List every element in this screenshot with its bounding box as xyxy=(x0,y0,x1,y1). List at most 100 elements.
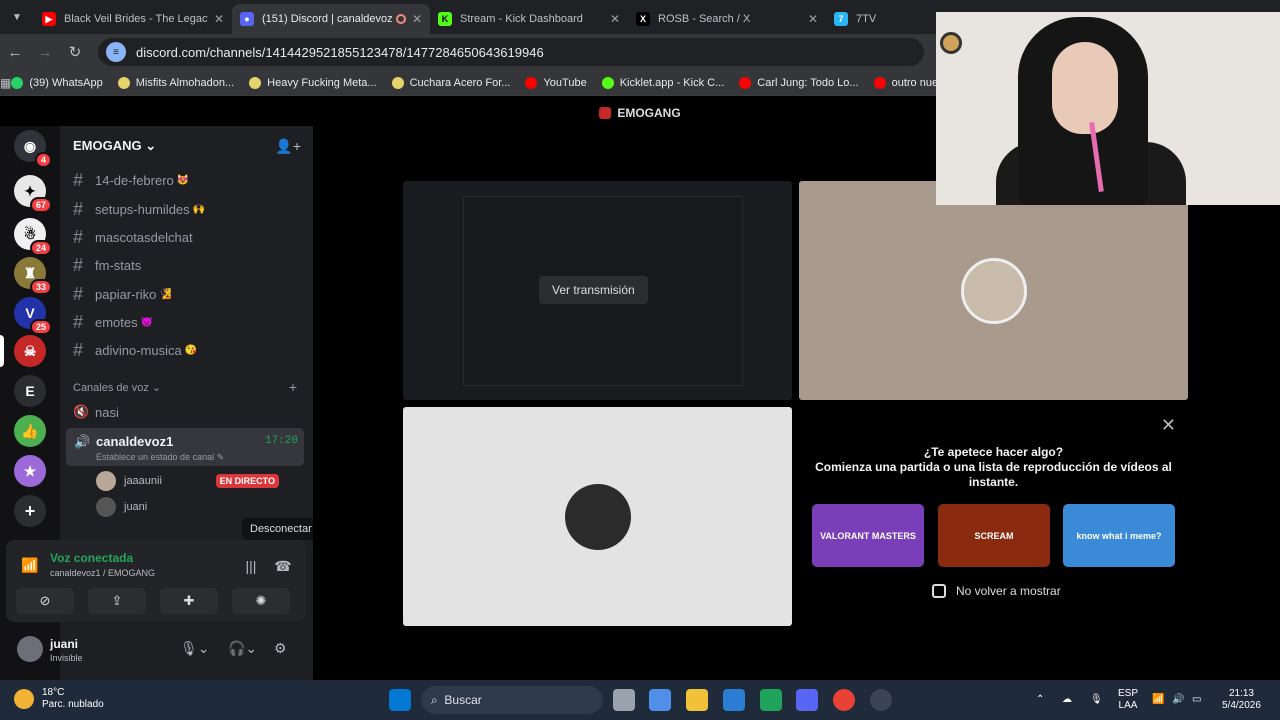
file-explorer-icon[interactable] xyxy=(686,689,708,711)
copilot-icon[interactable] xyxy=(649,689,671,711)
bookmark-kicklet[interactable]: Kicklet.app - Kick C... xyxy=(601,76,724,89)
camera-off-button[interactable]: ⊘ xyxy=(16,588,74,614)
bookmark-youtube[interactable]: YouTube xyxy=(525,76,587,89)
tab-discord[interactable]: ● (151) Discord | canaldevoz1 ✕ xyxy=(232,4,430,34)
invite-people-icon[interactable]: 👤+ xyxy=(275,138,301,155)
volume-icon[interactable]: 🔊 xyxy=(1172,694,1184,706)
server-icon[interactable]: 👍 xyxy=(14,415,46,447)
app-icon[interactable] xyxy=(870,689,892,711)
apps-grid-icon[interactable]: ▦ xyxy=(0,76,11,90)
emogang-server-icon[interactable]: ☠ xyxy=(14,335,46,367)
server-icon[interactable]: V 25 xyxy=(14,297,52,335)
spreadsheet-icon[interactable] xyxy=(760,689,782,711)
close-icon[interactable]: ✕ xyxy=(808,12,818,26)
chevron-up-icon[interactable]: ⌃ xyxy=(1036,694,1044,706)
participant-tile-juani[interactable] xyxy=(403,407,792,626)
clock[interactable]: 21:13 5/4/2026 xyxy=(1222,688,1261,712)
tab-title: Stream - Kick Dashboard xyxy=(460,13,583,25)
channel-setups-humildes[interactable]: # setups-humildes 🙌 xyxy=(73,196,303,222)
speaker-icon: 🔊 xyxy=(74,434,91,449)
voice-channel-nasi[interactable]: 🔇 nasi xyxy=(73,399,303,425)
server-icon[interactable]: ★ xyxy=(14,455,46,487)
watch-stream-button[interactable]: Ver transmisión xyxy=(539,276,648,304)
stream-tile[interactable]: Ver transmisión xyxy=(403,181,792,400)
voice-stage: Ver transmisión ✕ ¿Te apetece hacer algo… xyxy=(313,126,1280,680)
kicklet-icon xyxy=(601,76,614,89)
weather-widget[interactable]: 18°C Parc. nublado xyxy=(14,687,104,711)
back-icon[interactable]: ← xyxy=(0,44,30,61)
voice-category-header[interactable]: Canales de voz ⌄ xyxy=(73,381,161,394)
close-icon[interactable]: ✕ xyxy=(1161,415,1176,436)
channel-emotes[interactable]: # emotes 👿 xyxy=(73,309,303,335)
activity-card-scream[interactable]: SCREAM xyxy=(938,504,1050,567)
close-icon[interactable]: ✕ xyxy=(412,12,422,26)
word-icon[interactable] xyxy=(723,689,745,711)
noise-suppression-icon[interactable]: ||| xyxy=(238,553,264,579)
server-name-dropdown[interactable]: EMOGANG ⌄ xyxy=(73,138,156,154)
server-icon[interactable]: E xyxy=(14,375,46,407)
activity-card-valorant[interactable]: VALORANT MASTERS xyxy=(812,504,924,567)
bookmark-label: Misfits Almohadon... xyxy=(135,76,235,89)
voice-member-juani[interactable]: juani xyxy=(96,496,301,518)
microphone-icon[interactable]: 🎙 xyxy=(1090,694,1103,706)
tab-youtube[interactable]: ▶ Black Veil Brides - The Legacy ✕ xyxy=(34,4,232,34)
disconnect-icon[interactable]: ☎ xyxy=(270,553,296,579)
channel-emoji: 👿 xyxy=(140,316,154,328)
wifi-icon[interactable]: 📶 xyxy=(1152,694,1164,706)
channel-papiar-riko[interactable]: # papiar-riko 🧏 xyxy=(73,281,303,307)
server-icon[interactable]: ✦ 67 xyxy=(14,175,52,213)
channel-mascotasdelchat[interactable]: # mascotasdelchat xyxy=(73,224,303,250)
signal-icon[interactable]: 📶 xyxy=(21,557,38,574)
forward-icon[interactable]: → xyxy=(30,44,60,61)
voice-member-jaaaunii[interactable]: jaaaunii EN DIRECTO xyxy=(96,470,301,492)
language-indicator[interactable]: ESP LAA xyxy=(1118,688,1138,712)
microphone-icon[interactable]: 🎙⌄ xyxy=(180,640,210,657)
bookmark-cuchara[interactable]: Cuchara Acero For... xyxy=(391,76,510,89)
channel-adivino-musica[interactable]: # adivino-musica 😘 xyxy=(73,337,303,363)
bookmark-misfits[interactable]: Misfits Almohadon... xyxy=(117,76,235,89)
battery-icon[interactable]: ▭ xyxy=(1192,694,1201,706)
start-icon[interactable] xyxy=(389,689,411,711)
close-icon[interactable]: ✕ xyxy=(610,12,620,26)
activities-button[interactable]: ✚ xyxy=(160,588,218,614)
share-screen-button[interactable]: ⇪ xyxy=(88,588,146,614)
channel-14-de-febrero[interactable]: #14-de-febrero 😻 xyxy=(73,167,303,193)
checkbox[interactable] xyxy=(932,584,946,598)
tab-kick[interactable]: K Stream - Kick Dashboard ✕ xyxy=(430,4,628,34)
url-input[interactable]: ≡ discord.com/channels/14144295218551234… xyxy=(98,38,924,66)
x-icon: X xyxy=(636,12,650,26)
headphones-icon[interactable]: 🎧⌄ xyxy=(228,640,257,657)
gear-icon[interactable]: ⚙ xyxy=(274,640,287,657)
bookmark-whatsapp[interactable]: (39) WhatsApp xyxy=(11,76,103,89)
channel-name: canaldevoz1 xyxy=(96,434,174,449)
create-channel-icon[interactable]: + xyxy=(289,379,297,395)
tab-x[interactable]: X ROSB - Search / X ✕ xyxy=(628,4,826,34)
bookmark-carl-jung[interactable]: Carl Jung: Todo Lo... xyxy=(739,76,859,89)
reload-icon[interactable]: ↻ xyxy=(60,43,90,61)
server-icon[interactable]: ♜ 33 xyxy=(14,257,52,295)
voice-channel-canaldevoz1[interactable]: 🔊 canaldevoz1 17:20 Establece un estado … xyxy=(66,428,304,466)
server-icon[interactable]: ☃ 24 xyxy=(14,218,52,256)
set-channel-status[interactable]: Establece un estado de canal ✎ xyxy=(96,452,224,463)
discord-icon[interactable] xyxy=(796,689,818,711)
cloud-icon[interactable]: ☁ xyxy=(1062,694,1072,706)
site-info-icon[interactable]: ≡ xyxy=(106,42,126,62)
participant-tile-jaaaunii[interactable] xyxy=(799,181,1188,400)
voice-location[interactable]: canaldevoz1 / EMOGANG xyxy=(50,568,155,578)
chrome-icon[interactable] xyxy=(833,689,855,711)
whatsapp-icon xyxy=(11,76,24,89)
soundboard-button[interactable]: ✺ xyxy=(232,588,290,614)
dont-show-again-checkbox[interactable]: No volver a mostrar xyxy=(932,584,1061,598)
direct-messages-icon[interactable]: ◉ 4 xyxy=(14,130,52,168)
add-server-icon[interactable]: + xyxy=(14,495,46,527)
taskbar-search[interactable]: ⌕ Buscar xyxy=(421,686,603,714)
weather-temp: 18°C xyxy=(42,687,65,698)
close-icon[interactable]: ✕ xyxy=(214,12,224,26)
bookmark-heavy[interactable]: Heavy Fucking Meta... xyxy=(249,76,377,89)
avatar[interactable] xyxy=(17,636,43,662)
bookmark-label: (39) WhatsApp xyxy=(29,76,103,89)
task-view-icon[interactable] xyxy=(613,689,635,711)
channel-fm-stats[interactable]: # fm-stats xyxy=(73,252,303,278)
tab-search-icon[interactable]: ▼ xyxy=(0,0,34,34)
activity-card-know-what-i-meme[interactable]: know what i meme? xyxy=(1063,504,1175,567)
